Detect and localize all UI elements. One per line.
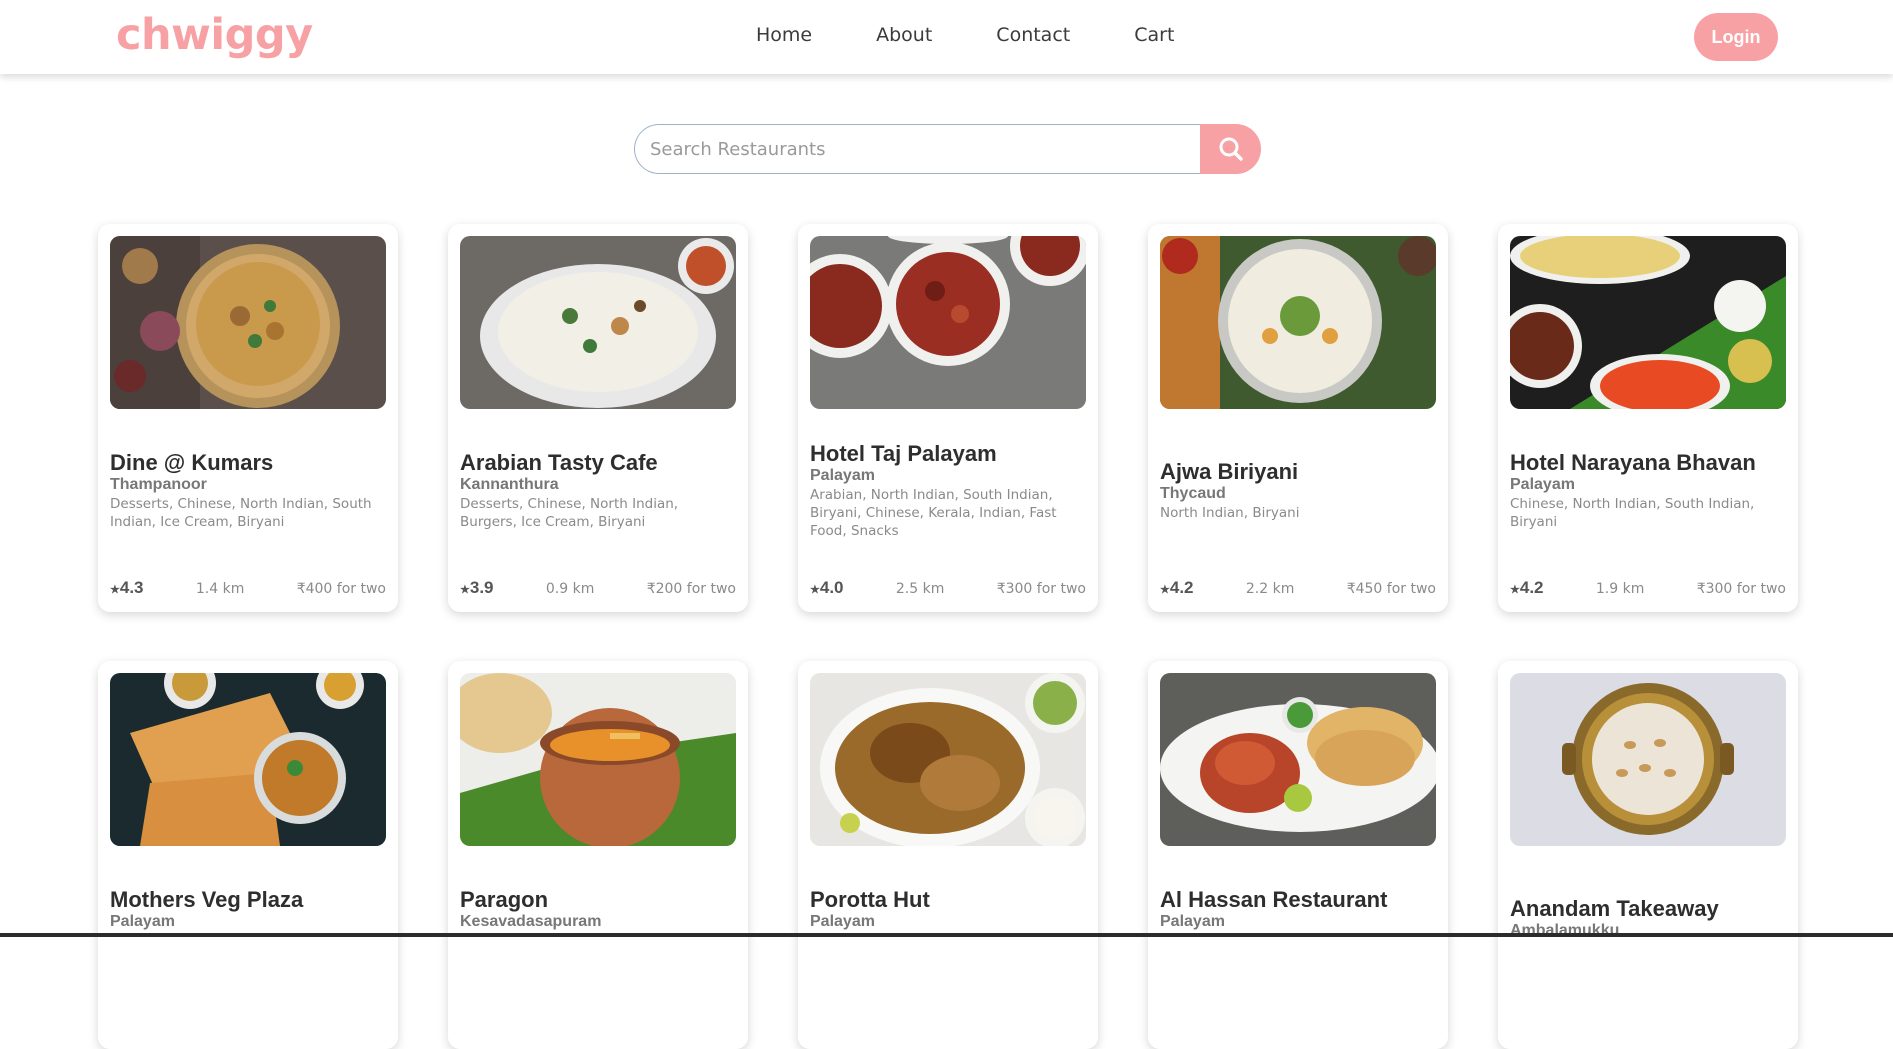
restaurant-card[interactable]: Porotta Hut Palayam	[798, 661, 1098, 1049]
nav-about-link[interactable]: About	[876, 24, 932, 46]
restaurant-meta: ★3.9 0.9 km ₹200 for two	[460, 578, 736, 598]
login-button[interactable]: Login	[1694, 13, 1778, 61]
restaurant-area: Palayam	[810, 913, 875, 930]
bottom-edge	[0, 933, 1893, 937]
restaurant-card[interactable]: Hotel Narayana Bhavan Palayam Chinese, N…	[1498, 224, 1798, 612]
restaurant-area: Palayam	[810, 467, 875, 484]
restaurant-info: Hotel Taj Palayam Palayam Arabian, North…	[810, 441, 1086, 540]
distance: 2.5 km	[895, 581, 945, 597]
star-icon: ★	[1160, 584, 1170, 596]
restaurant-photo	[1160, 673, 1436, 846]
rating-value: 3.9	[469, 578, 494, 597]
restaurant-photo	[110, 236, 386, 409]
restaurant-photo	[110, 673, 386, 846]
restaurant-card[interactable]: Anandam Takeaway Ambalamukku	[1498, 661, 1798, 1049]
restaurant-info: Hotel Narayana Bhavan Palayam Chinese, N…	[1510, 450, 1786, 531]
restaurant-name: Anandam Takeaway	[1510, 896, 1719, 921]
restaurant-meta: ★4.0 2.5 km ₹300 for two	[810, 578, 1086, 598]
restaurant-photo	[810, 673, 1086, 846]
restaurant-cuisines: North Indian, Biryani	[1160, 505, 1300, 521]
restaurant-meta: ★4.2 1.9 km ₹300 for two	[1510, 578, 1786, 598]
rating-value: 4.3	[119, 578, 144, 597]
rating: ★3.9	[460, 578, 494, 598]
rating: ★4.0	[810, 578, 844, 598]
restaurant-info: Arabian Tasty Cafe Kannanthura Desserts,…	[460, 450, 736, 531]
rating: ★4.2	[1510, 578, 1544, 598]
rating: ★4.2	[1160, 578, 1194, 598]
restaurant-name: Paragon	[460, 887, 549, 912]
restaurant-area: Kesavadasapuram	[460, 913, 602, 930]
restaurant-info: Mothers Veg Plaza Palayam	[110, 887, 386, 931]
star-icon: ★	[460, 584, 470, 596]
restaurant-meta: ★4.2 2.2 km ₹450 for two	[1160, 578, 1436, 598]
rating-value: 4.0	[819, 578, 844, 597]
restaurant-name: Hotel Taj Palayam	[810, 441, 997, 466]
cost-for-two: ₹450 for two	[1346, 581, 1436, 597]
restaurant-photo	[460, 236, 736, 409]
restaurant-photo	[460, 673, 736, 846]
restaurant-area: Kannanthura	[460, 476, 559, 493]
restaurant-info: Ajwa Biriyani Thycaud North Indian, Biry…	[1160, 459, 1436, 522]
rating: ★4.3	[110, 578, 144, 598]
restaurant-card[interactable]: Hotel Taj Palayam Palayam Arabian, North…	[798, 224, 1098, 612]
restaurant-photo	[1160, 236, 1436, 409]
star-icon: ★	[810, 584, 820, 596]
restaurant-area: Palayam	[110, 913, 175, 930]
restaurant-name: Porotta Hut	[810, 887, 930, 912]
restaurant-info: Porotta Hut Palayam	[810, 887, 1086, 931]
restaurant-meta: ★4.3 1.4 km ₹400 for two	[110, 578, 386, 598]
restaurant-cuisines: Desserts, Chinese, North Indian, South I…	[110, 496, 372, 530]
search-icon	[1219, 137, 1243, 161]
rating-value: 4.2	[1519, 578, 1544, 597]
nav-contact-link[interactable]: Contact	[996, 24, 1070, 46]
restaurant-card[interactable]: Paragon Kesavadasapuram	[448, 661, 748, 1049]
search-input[interactable]	[634, 124, 1200, 174]
rating-value: 4.2	[1169, 578, 1194, 597]
restaurant-area: Palayam	[1510, 476, 1575, 493]
restaurant-area: Thampanoor	[110, 476, 207, 493]
cost-for-two: ₹400 for two	[296, 581, 386, 597]
restaurant-area: Palayam	[1160, 913, 1225, 930]
restaurant-card[interactable]: Al Hassan Restaurant Palayam	[1148, 661, 1448, 1049]
nav-links: Home About Contact Cart	[756, 24, 1238, 46]
restaurant-cuisines: Arabian, North Indian, South Indian, Bir…	[810, 487, 1057, 539]
restaurant-info: Al Hassan Restaurant Palayam	[1160, 887, 1436, 931]
restaurant-info: Dine @ Kumars Thampanoor Desserts, Chine…	[110, 450, 386, 531]
restaurant-photo	[1510, 673, 1786, 846]
distance: 2.2 km	[1245, 581, 1295, 597]
star-icon: ★	[1510, 584, 1520, 596]
restaurant-name: Mothers Veg Plaza	[110, 887, 304, 912]
restaurant-name: Hotel Narayana Bhavan	[1510, 450, 1756, 475]
restaurant-photo	[810, 236, 1086, 409]
distance: 0.9 km	[545, 581, 595, 597]
restaurant-name: Al Hassan Restaurant	[1160, 887, 1388, 912]
cost-for-two: ₹200 for two	[646, 581, 736, 597]
navbar: chwiggy Home About Contact Cart Login	[0, 0, 1893, 74]
restaurant-area: Ambalamukku	[1510, 922, 1620, 939]
restaurant-card[interactable]: Dine @ Kumars Thampanoor Desserts, Chine…	[98, 224, 398, 612]
nav-cart-link[interactable]: Cart	[1134, 24, 1174, 46]
restaurant-cuisines: Chinese, North Indian, South Indian, Bir…	[1510, 496, 1755, 530]
restaurant-area: Thycaud	[1160, 485, 1226, 502]
restaurant-card[interactable]: Arabian Tasty Cafe Kannanthura Desserts,…	[448, 224, 748, 612]
cost-for-two: ₹300 for two	[996, 581, 1086, 597]
restaurant-photo	[1510, 236, 1786, 409]
restaurant-card[interactable]: Ajwa Biriyani Thycaud North Indian, Biry…	[1148, 224, 1448, 612]
search-bar	[634, 124, 1261, 174]
restaurant-name: Dine @ Kumars	[110, 450, 274, 475]
restaurant-name: Ajwa Biriyani	[1160, 459, 1299, 484]
brand-logo[interactable]: chwiggy	[116, 10, 313, 60]
distance: 1.4 km	[195, 581, 245, 597]
search-button[interactable]	[1200, 124, 1261, 174]
cost-for-two: ₹300 for two	[1696, 581, 1786, 597]
distance: 1.9 km	[1595, 581, 1645, 597]
restaurant-card[interactable]: Mothers Veg Plaza Palayam	[98, 661, 398, 1049]
nav-home-link[interactable]: Home	[756, 24, 812, 46]
star-icon: ★	[110, 584, 120, 596]
restaurant-info: Paragon Kesavadasapuram	[460, 887, 736, 931]
restaurant-name: Arabian Tasty Cafe	[460, 450, 658, 475]
restaurant-cuisines: Desserts, Chinese, North Indian, Burgers…	[460, 496, 679, 530]
